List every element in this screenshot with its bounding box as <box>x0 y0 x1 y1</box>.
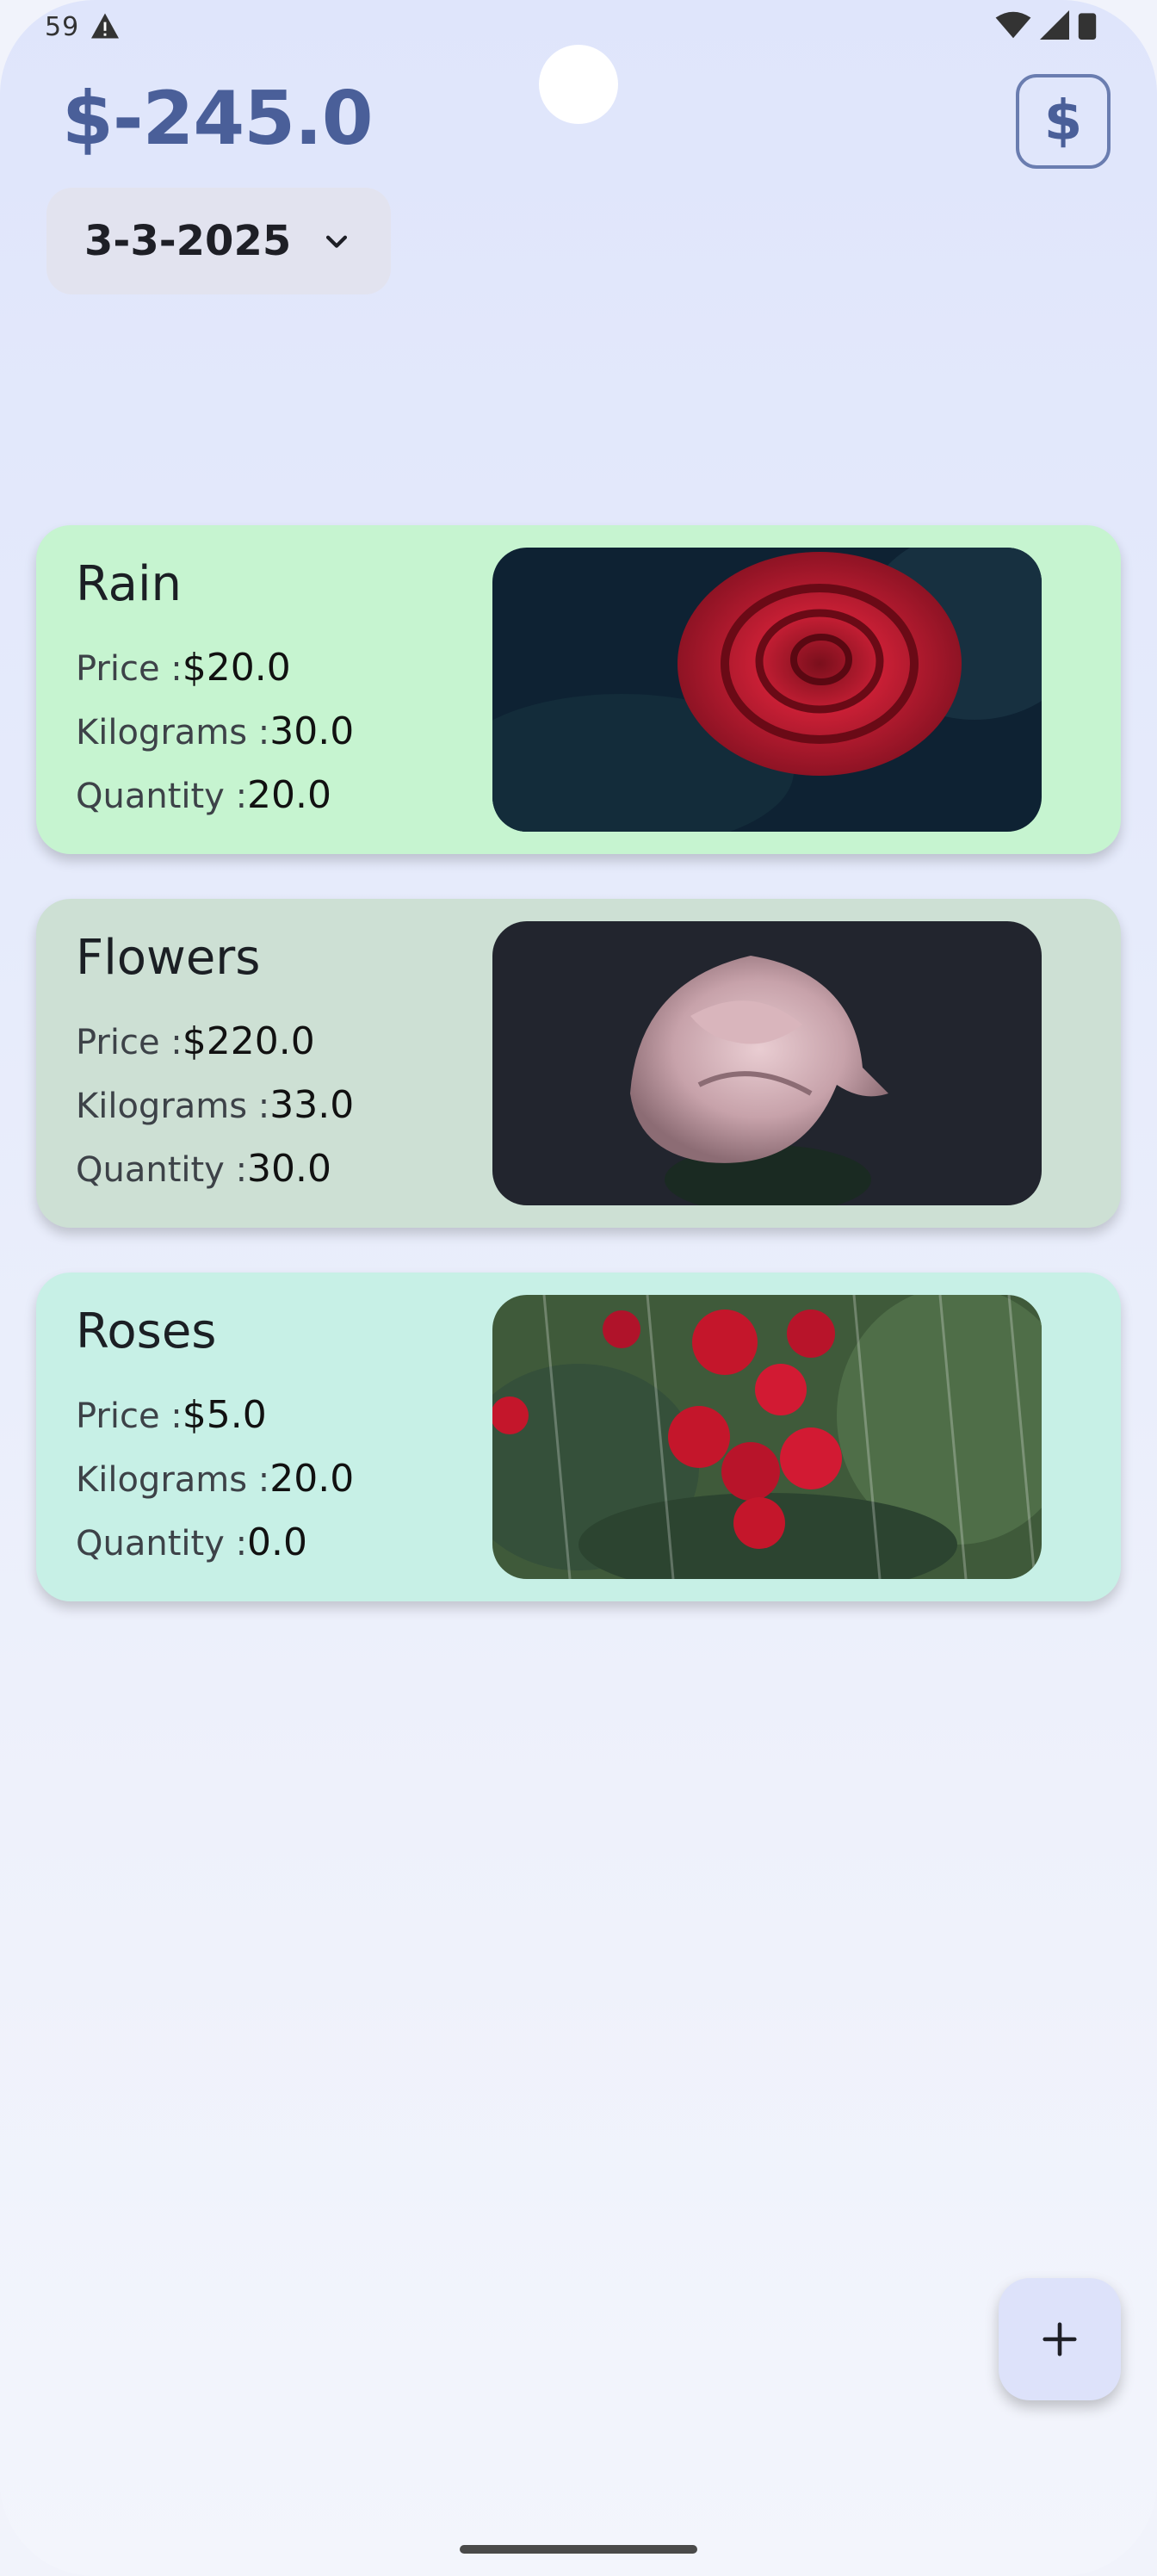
item-kilograms: 33.0 <box>269 1083 355 1127</box>
wifi-icon <box>995 11 1031 39</box>
chevron-down-icon <box>326 235 348 248</box>
item-kilograms-row: Kilograms :33.0 <box>76 1083 354 1127</box>
currency-button[interactable]: $ <box>1016 74 1111 169</box>
home-indicator[interactable] <box>460 2545 697 2554</box>
price-label: Price : <box>76 1396 183 1436</box>
item-price-row: Price :$220.0 <box>76 1019 315 1063</box>
item-price-row: Price :$20.0 <box>76 646 291 690</box>
item-card[interactable]: Flowers Price :$220.0 Kilograms :33.0 Qu… <box>36 899 1121 1228</box>
price-label: Price : <box>76 1023 183 1062</box>
item-quantity-row: Quantity :20.0 <box>76 773 331 817</box>
status-bar: 59 <box>0 0 1157 52</box>
add-item-button[interactable] <box>999 2278 1121 2400</box>
item-quantity-row: Quantity :30.0 <box>76 1147 331 1191</box>
item-quantity-row: Quantity :0.0 <box>76 1520 307 1564</box>
quantity-label: Quantity : <box>76 1150 248 1190</box>
item-price: $5.0 <box>182 1393 267 1437</box>
item-card[interactable]: Roses Price :$5.0 Kilograms :20.0 Quanti… <box>36 1273 1121 1601</box>
date-dropdown[interactable]: 3-3-2025 <box>46 188 391 294</box>
item-price-row: Price :$5.0 <box>76 1393 267 1437</box>
status-time: 59 <box>45 12 80 42</box>
kilograms-label: Kilograms : <box>76 713 270 752</box>
item-name: Rain <box>76 556 183 612</box>
item-quantity: 30.0 <box>247 1147 332 1191</box>
date-dropdown-value: 3-3-2025 <box>84 217 292 265</box>
item-kilograms-row: Kilograms :30.0 <box>76 709 354 753</box>
item-quantity: 20.0 <box>247 773 332 817</box>
price-label: Price : <box>76 649 183 689</box>
app-screen: 59 $-245.0 $ 3-3-2025 Rain Price :$20.0 … <box>0 0 1157 2576</box>
item-kilograms: 30.0 <box>269 709 355 753</box>
item-price: $20.0 <box>182 646 291 690</box>
item-kilograms-row: Kilograms :20.0 <box>76 1457 354 1501</box>
total-balance: $-245.0 <box>62 76 374 162</box>
item-name: Flowers <box>76 930 261 986</box>
item-photo <box>492 921 1042 1205</box>
kilograms-label: Kilograms : <box>76 1087 270 1126</box>
status-icons <box>995 10 1097 40</box>
quantity-label: Quantity : <box>76 1524 248 1564</box>
warning-icon <box>91 13 119 39</box>
item-kilograms: 20.0 <box>269 1457 355 1501</box>
item-price: $220.0 <box>182 1019 315 1063</box>
item-quantity: 0.0 <box>247 1520 308 1564</box>
kilograms-label: Kilograms : <box>76 1460 270 1500</box>
item-name: Roses <box>76 1303 217 1359</box>
item-photo <box>492 1295 1042 1579</box>
battery-icon <box>1078 13 1097 40</box>
signal-icon <box>1040 10 1069 40</box>
camera-cutout <box>539 45 618 124</box>
plus-icon <box>1043 2322 1077 2356</box>
quantity-label: Quantity : <box>76 777 248 816</box>
item-photo <box>492 548 1042 832</box>
item-card[interactable]: Rain Price :$20.0 Kilograms :30.0 Quanti… <box>36 525 1121 854</box>
